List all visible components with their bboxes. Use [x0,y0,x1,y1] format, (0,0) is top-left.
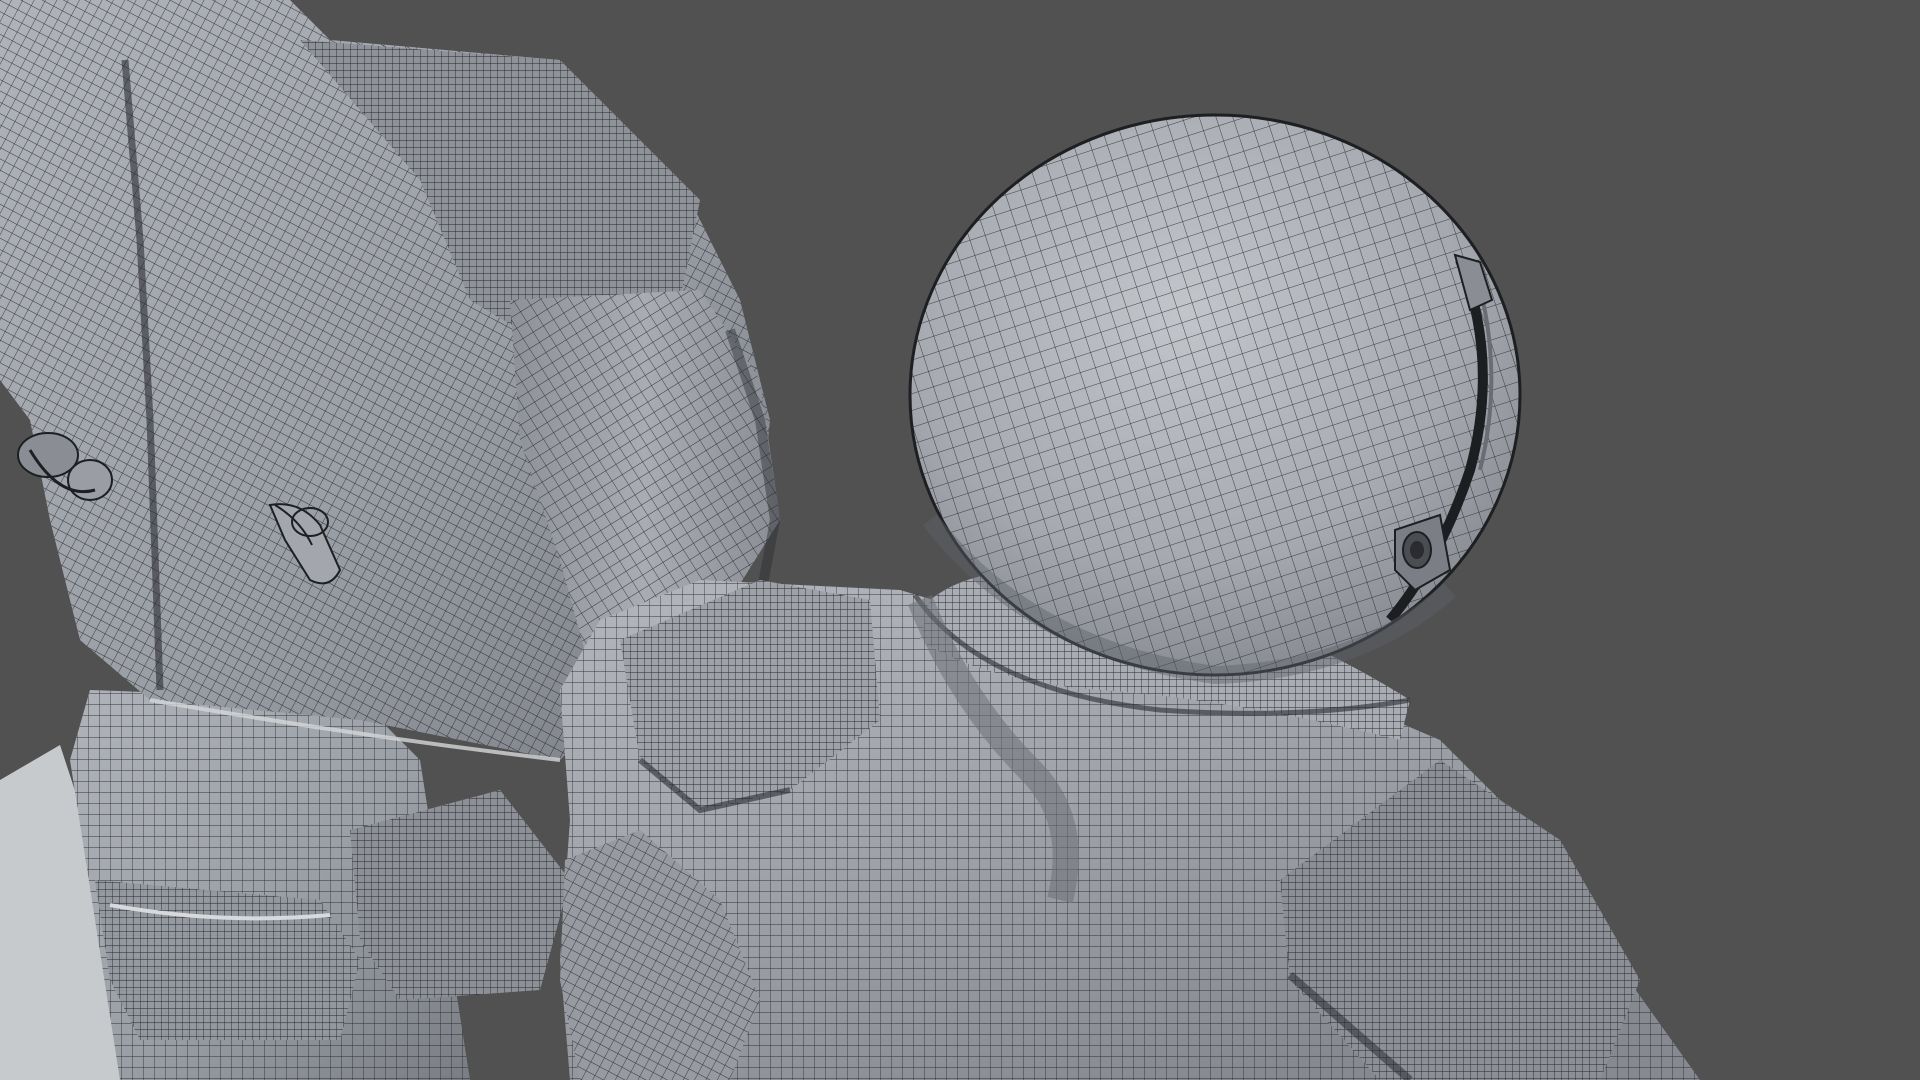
scene-render [0,0,1920,1080]
3d-viewport[interactable] [0,0,1920,1080]
